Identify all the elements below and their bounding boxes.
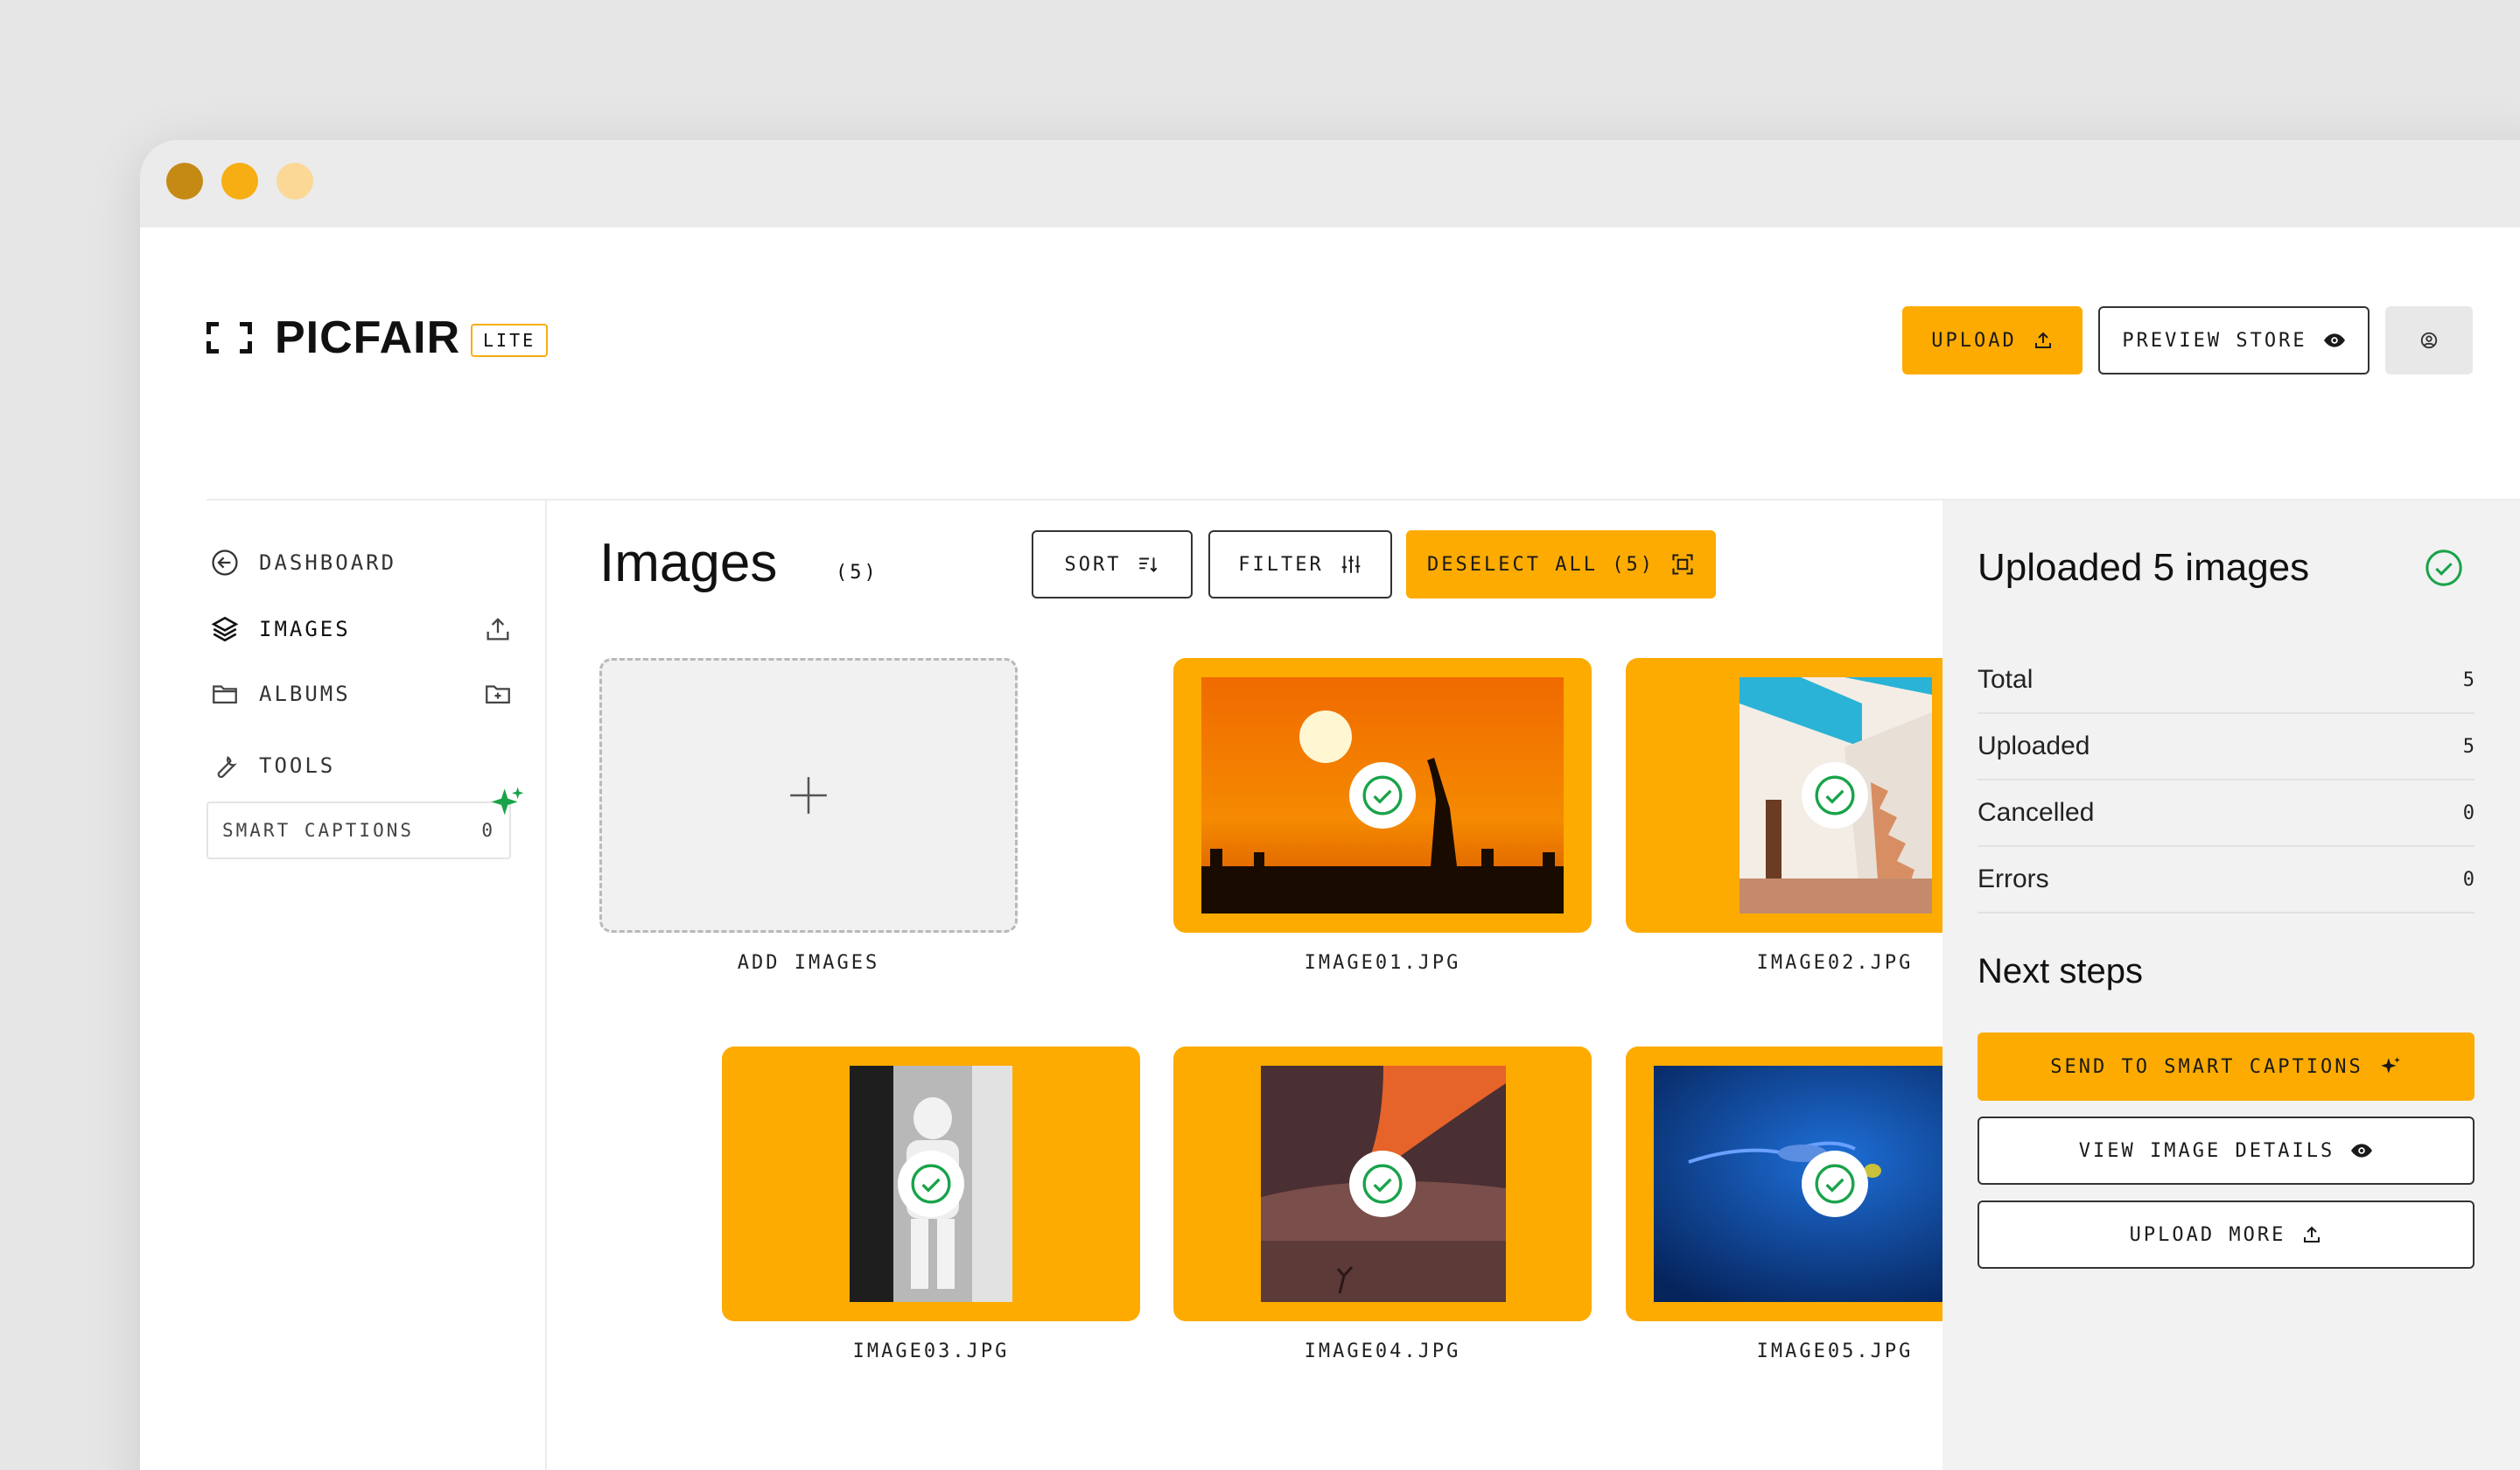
upload-summary-panel: Uploaded 5 images Total 5 Uploaded 5 Can…	[1942, 500, 2520, 1470]
upload-button[interactable]: UPLOAD	[1902, 306, 2082, 374]
stat-value: 5	[2462, 668, 2474, 691]
upload-icon[interactable]	[483, 614, 513, 644]
zoom-window-button[interactable]	[276, 163, 313, 200]
brand-name: PICFAIR	[275, 312, 461, 363]
upload-more-label: UPLOAD MORE	[2129, 1223, 2286, 1246]
folder-plus-icon[interactable]	[483, 679, 513, 709]
image-filename: IMAGE01.JPG	[1304, 952, 1461, 974]
view-image-details-button[interactable]: VIEW IMAGE DETAILS	[1978, 1116, 2474, 1185]
brand-logo-icon	[206, 322, 252, 354]
image-tile-3[interactable]	[722, 1046, 1140, 1321]
uploaded-check-icon	[1802, 1151, 1868, 1217]
filter-label: FILTER	[1238, 553, 1324, 576]
image-tile-1[interactable]	[1173, 658, 1592, 933]
filter-button[interactable]: FILTER	[1208, 530, 1392, 598]
stat-value: 0	[2462, 868, 2474, 891]
sidebar-item-label: ALBUMS	[259, 682, 351, 706]
uploaded-check-icon	[1349, 1151, 1416, 1217]
uploaded-check-icon	[1802, 762, 1868, 829]
stat-value: 5	[2462, 735, 2474, 758]
deselect-all-button[interactable]: DESELECT ALL (5)	[1406, 530, 1716, 598]
image-count: (5)	[836, 562, 878, 584]
brand-badge: LITE	[471, 324, 549, 357]
arrow-left-circle-icon	[212, 550, 238, 576]
deselect-all-label: DESELECT ALL (5)	[1427, 553, 1655, 576]
send-to-smart-captions-button[interactable]: SEND TO SMART CAPTIONS	[1978, 1032, 2474, 1101]
main-content: Images (5) SORT FILTER DESELECT ALL (5) …	[549, 500, 2044, 1470]
sparkle-icon	[491, 787, 524, 816]
sort-button[interactable]: SORT	[1032, 530, 1193, 598]
sidebar-item-images[interactable]: IMAGES	[210, 614, 351, 644]
sidebar-item-label: IMAGES	[259, 617, 351, 641]
sidebar-item-label: TOOLS	[259, 753, 336, 778]
layers-icon	[211, 616, 239, 642]
select-icon	[1672, 554, 1693, 575]
uploaded-check-icon	[1349, 762, 1416, 829]
image-filename: IMAGE03.JPG	[852, 1340, 1010, 1362]
stat-uploaded: Uploaded 5	[1978, 714, 2474, 780]
page-title: Images	[599, 533, 778, 593]
stat-label: Total	[1978, 665, 2034, 694]
close-window-button[interactable]	[166, 163, 203, 200]
upload-icon	[2304, 1226, 2320, 1242]
account-button[interactable]	[2385, 306, 2473, 374]
sparkle-icon	[2380, 1057, 2400, 1074]
sidebar-item-albums[interactable]: ALBUMS	[210, 679, 351, 709]
upload-more-button[interactable]: UPLOAD MORE	[1978, 1200, 2474, 1269]
preview-store-button[interactable]: PREVIEW STORE	[2098, 306, 2370, 374]
account-icon	[2420, 332, 2438, 349]
panel-title: Uploaded 5 images	[1978, 546, 2310, 589]
check-circle-icon	[2426, 550, 2462, 586]
stat-errors: Errors 0	[1978, 847, 2474, 914]
stat-value: 0	[2462, 802, 2474, 824]
eye-icon	[2351, 1144, 2373, 1158]
sidebar: DASHBOARD IMAGES ALBUMS TOOLS SMART CAPT…	[140, 500, 547, 1470]
smart-captions-label: SMART CAPTIONS	[222, 820, 415, 841]
minimize-window-button[interactable]	[221, 163, 258, 200]
title-bar	[140, 140, 2520, 228]
sidebar-item-label: DASHBOARD	[259, 550, 397, 575]
sliders-icon	[1341, 556, 1361, 573]
stat-cancelled: Cancelled 0	[1978, 780, 2474, 847]
send-to-smart-captions-label: SEND TO SMART CAPTIONS	[2050, 1055, 2363, 1078]
sidebar-item-dashboard[interactable]: DASHBOARD	[210, 548, 396, 578]
add-images-label: ADD IMAGES	[737, 952, 880, 974]
upload-icon	[2034, 332, 2051, 348]
add-images-tile[interactable]	[599, 658, 1018, 933]
image-tile-4[interactable]	[1173, 1046, 1592, 1321]
image-filename: IMAGE04.JPG	[1304, 1340, 1461, 1362]
folder-icon	[213, 685, 237, 704]
wrench-icon	[217, 756, 237, 779]
preview-store-label: PREVIEW STORE	[2122, 329, 2307, 352]
uploaded-check-icon	[898, 1151, 964, 1217]
sort-icon	[1139, 557, 1158, 572]
app-window: PICFAIR LITE UPLOAD PREVIEW STORE DASHBO…	[140, 140, 2520, 1470]
stat-label: Errors	[1978, 864, 2049, 893]
stat-label: Cancelled	[1978, 798, 2095, 827]
plus-icon	[790, 777, 827, 814]
next-steps-title: Next steps	[1978, 952, 2143, 990]
eye-icon	[2323, 333, 2345, 347]
stat-total: Total 5	[1978, 648, 2474, 714]
sidebar-item-tools[interactable]: TOOLS	[210, 751, 335, 780]
upload-button-label: UPLOAD	[1931, 329, 2017, 352]
smart-captions-item[interactable]: SMART CAPTIONS 0	[206, 802, 511, 859]
view-image-details-label: VIEW IMAGE DETAILS	[2078, 1139, 2335, 1162]
sort-label: SORT	[1064, 553, 1122, 576]
smart-captions-count: 0	[481, 820, 495, 841]
stat-label: Uploaded	[1978, 732, 2090, 760]
